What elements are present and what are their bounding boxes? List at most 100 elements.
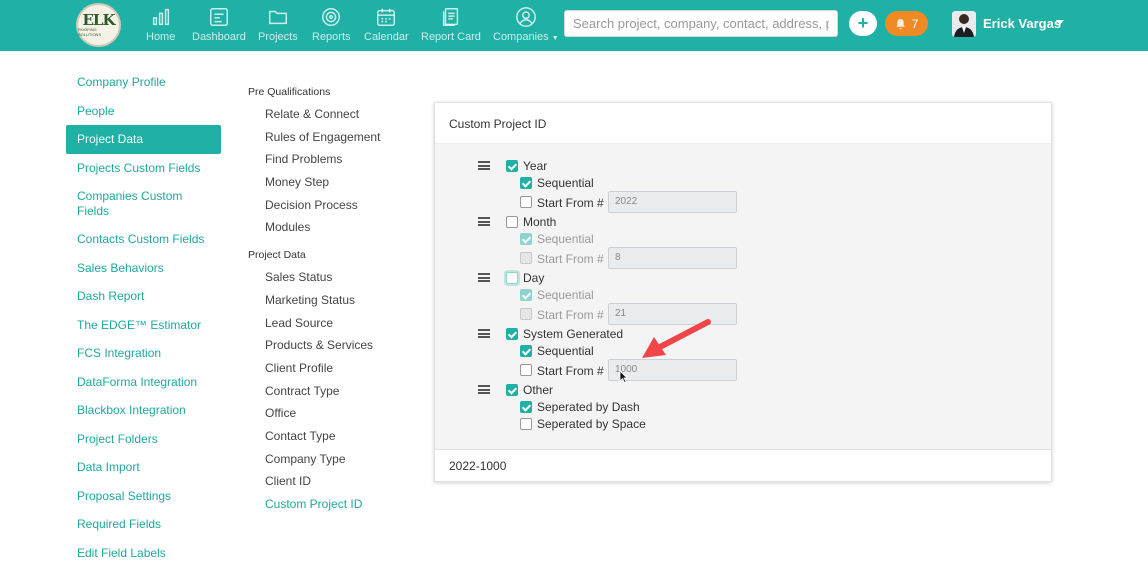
submenu-item-client-profile[interactable]: Client Profile — [248, 357, 418, 380]
submenu-item-company-type[interactable]: Company Type — [248, 448, 418, 471]
user-name[interactable]: Erick Vargas — [983, 16, 1061, 31]
user-circle-icon — [515, 7, 536, 27]
project-id-preview: 2022-1000 — [435, 449, 1051, 482]
sidebar-item-data-import[interactable]: Data Import — [66, 453, 221, 482]
sidebar-item-project-folders[interactable]: Project Folders — [66, 425, 221, 454]
user-avatar-icon — [954, 14, 974, 37]
day-checkbox[interactable] — [506, 272, 518, 284]
year-start-from-checkbox[interactable] — [520, 196, 532, 208]
sidebar-item-fcs-integration[interactable]: FCS Integration — [66, 339, 221, 368]
logo-text: ELK — [82, 11, 115, 29]
submenu-item-lead-source[interactable]: Lead Source — [248, 312, 418, 335]
nav-calendar[interactable]: Calendar — [364, 6, 409, 46]
system-sequential-checkbox[interactable] — [520, 345, 532, 357]
nav-dashboard[interactable]: Dashboard — [192, 6, 246, 46]
sidebar-item-projects-custom-fields[interactable]: Projects Custom Fields — [66, 154, 221, 183]
separated-by-dash-label: Seperated by Dash — [537, 400, 640, 414]
submenu-item-rules-of-engagement[interactable]: Rules of Engagement — [248, 126, 418, 149]
sidebar-item-required-fields[interactable]: Required Fields — [66, 510, 221, 539]
month-label: Month — [523, 215, 557, 229]
year-start-from-input[interactable]: 2022 — [608, 191, 737, 213]
sidebar-item-sales-behaviors[interactable]: Sales Behaviors — [66, 254, 221, 283]
sidebar-item-proposal-settings[interactable]: Proposal Settings — [66, 482, 221, 511]
drag-handle-icon[interactable] — [478, 161, 490, 170]
nav-dashboard-label: Dashboard — [192, 31, 246, 43]
system-start-from-checkbox[interactable] — [520, 364, 532, 376]
caret-down-icon[interactable] — [1056, 20, 1064, 25]
other-label: Other — [523, 383, 554, 397]
dashboard-icon — [209, 8, 228, 26]
submenu-item-money-step[interactable]: Money Step — [248, 171, 418, 194]
sidebar-item-companies-custom-fields[interactable]: Companies Custom Fields — [66, 182, 196, 225]
calendar-icon — [377, 8, 396, 26]
submenu-heading-project-data: Project Data — [248, 249, 306, 262]
sidebar-item-blackbox-integration[interactable]: Blackbox Integration — [66, 396, 221, 425]
sidebar-item-edge-estimator[interactable]: The EDGE™ Estimator — [66, 311, 221, 340]
system-start-from-label: Start From # — [537, 364, 604, 378]
day-label: Day — [523, 271, 545, 285]
notification-badge[interactable]: 7 — [885, 11, 928, 36]
system-start-from-input[interactable]: 1000 — [608, 359, 737, 381]
nav-projects-label: Projects — [258, 31, 298, 43]
other-checkbox[interactable] — [506, 384, 518, 396]
drag-handle-icon[interactable] — [478, 217, 490, 226]
sidebar-item-people[interactable]: People — [66, 97, 221, 126]
nav-home[interactable]: Home — [146, 6, 175, 46]
avatar[interactable] — [952, 11, 976, 37]
separated-by-dash-checkbox[interactable] — [520, 401, 532, 413]
card-body: Year Sequential Start From # 2022 Month … — [435, 144, 1051, 449]
submenu-item-products-services[interactable]: Products & Services — [248, 334, 418, 357]
sidebar-item-company-profile[interactable]: Company Profile — [66, 68, 221, 97]
nav-projects[interactable]: Projects — [258, 6, 298, 46]
separated-by-space-label: Seperated by Space — [537, 417, 646, 431]
plus-icon: + — [857, 13, 869, 33]
submenu-item-custom-project-id[interactable]: Custom Project ID — [248, 493, 418, 516]
submenu-item-client-id[interactable]: Client ID — [248, 470, 418, 493]
sidebar-item-contacts-custom-fields[interactable]: Contacts Custom Fields — [66, 225, 221, 254]
day-sequential-label: Sequential — [537, 288, 594, 302]
search-input[interactable] — [564, 10, 838, 37]
logo-subtext: ROOFING SOLUTIONS — [78, 27, 102, 37]
settings-sidebar: Company Profile People Project Data Proj… — [66, 68, 221, 567]
chevron-down-icon: ▼ — [551, 35, 559, 42]
sidebar-item-dash-report[interactable]: Dash Report — [66, 282, 221, 311]
system-generated-checkbox[interactable] — [506, 328, 518, 340]
drag-handle-icon[interactable] — [478, 273, 490, 282]
custom-project-id-card: Custom Project ID Year Sequential Start … — [434, 102, 1052, 482]
nav-companies[interactable]: Companies ▼ — [493, 6, 559, 46]
submenu-item-office[interactable]: Office — [248, 402, 418, 425]
month-start-from-checkbox — [520, 252, 532, 264]
year-checkbox[interactable] — [506, 160, 518, 172]
submenu-item-contact-type[interactable]: Contact Type — [248, 425, 418, 448]
system-sequential-label: Sequential — [537, 344, 594, 358]
separated-by-space-checkbox[interactable] — [520, 418, 532, 430]
year-sequential-label: Sequential — [537, 176, 594, 190]
month-checkbox[interactable] — [506, 216, 518, 228]
submenu-item-find-problems[interactable]: Find Problems — [248, 148, 418, 171]
submenu-item-sales-status[interactable]: Sales Status — [248, 266, 418, 289]
sidebar-item-edit-field-labels[interactable]: Edit Field Labels — [66, 539, 221, 568]
submenu-item-contract-type[interactable]: Contract Type — [248, 380, 418, 403]
submenu-item-modules[interactable]: Modules — [248, 216, 418, 239]
drag-handle-icon[interactable] — [478, 385, 490, 394]
submenu-item-marketing-status[interactable]: Marketing Status — [248, 289, 418, 312]
nav-report-card-label: Report Card — [421, 31, 481, 43]
day-start-from-input: 21 — [608, 303, 737, 325]
drag-handle-icon[interactable] — [478, 329, 490, 338]
elk-logo[interactable]: ELK ROOFING SOLUTIONS — [76, 3, 121, 47]
notification-count: 7 — [911, 16, 919, 31]
nav-report-card[interactable]: Report Card — [421, 6, 481, 46]
add-button[interactable]: + — [849, 11, 877, 36]
year-label: Year — [523, 159, 548, 173]
sidebar-item-dataforma-integration[interactable]: DataForma Integration — [66, 368, 221, 397]
submenu-item-relate-connect[interactable]: Relate & Connect — [248, 103, 418, 126]
sidebar-item-project-data[interactable]: Project Data — [66, 125, 221, 154]
folder-icon — [268, 10, 287, 25]
year-start-from-label: Start From # — [537, 196, 604, 210]
bar-chart-icon — [152, 8, 169, 26]
year-sequential-checkbox[interactable] — [520, 177, 532, 189]
target-icon — [322, 8, 341, 26]
card-title: Custom Project ID — [435, 103, 1051, 144]
nav-reports[interactable]: Reports — [312, 6, 351, 46]
submenu-item-decision-process[interactable]: Decision Process — [248, 194, 418, 217]
